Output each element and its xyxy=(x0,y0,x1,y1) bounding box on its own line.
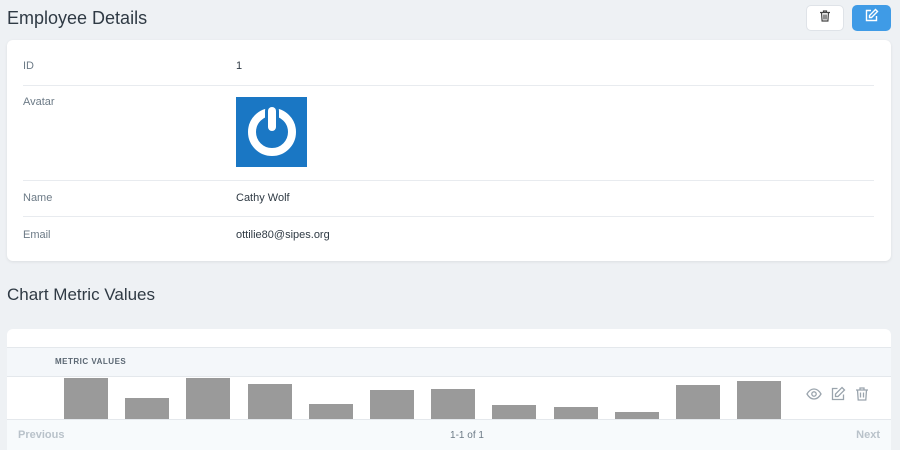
chart-bar xyxy=(431,389,475,419)
table-header: METRIC VALUES xyxy=(7,347,891,377)
column-header-metric-values[interactable]: METRIC VALUES xyxy=(55,357,126,366)
chart-bar xyxy=(248,384,292,419)
detail-row-email: Email ottilie80@sipes.org xyxy=(23,216,874,253)
avatar-label: Avatar xyxy=(23,96,55,108)
name-value: Cathy Wolf xyxy=(236,192,290,204)
id-value: 1 xyxy=(236,60,243,72)
email-label: Email xyxy=(23,229,51,241)
avatar xyxy=(236,97,307,167)
pagination-info: 1-1 of 1 xyxy=(450,430,484,441)
edit-icon xyxy=(864,8,879,28)
chart-bar xyxy=(370,390,414,419)
metrics-section-title: Chart Metric Values xyxy=(7,285,156,304)
trash-icon xyxy=(818,9,832,28)
chart-bar xyxy=(615,412,659,419)
page-title: Employee Details xyxy=(7,8,148,28)
email-value: ottilie80@sipes.org xyxy=(236,229,330,241)
id-label: ID xyxy=(23,60,34,72)
trash-icon[interactable] xyxy=(854,386,870,402)
edit-button[interactable] xyxy=(852,5,891,31)
employee-details-card: ID 1 Avatar Name Cathy Wolf Email ottili… xyxy=(7,40,891,261)
name-label: Name xyxy=(23,192,53,204)
chart-bar xyxy=(64,378,108,419)
chart-bar xyxy=(737,381,781,419)
delete-button[interactable] xyxy=(806,5,844,31)
row-actions xyxy=(806,386,870,402)
detail-row-avatar: Avatar xyxy=(23,85,874,181)
metric-values-chart xyxy=(64,378,781,419)
chart-bar xyxy=(492,405,536,419)
next-button[interactable]: Next xyxy=(856,429,880,441)
detail-row-id: ID 1 xyxy=(23,40,874,86)
chart-bar xyxy=(186,378,230,419)
chart-bar xyxy=(125,398,169,419)
chart-bar xyxy=(309,404,353,419)
chart-bar xyxy=(554,407,598,419)
eye-icon[interactable] xyxy=(806,386,822,402)
metrics-table-card: METRIC VALUES Previous 1-1 of 1 Next xyxy=(7,329,891,450)
edit-icon[interactable] xyxy=(830,386,846,402)
power-logo-icon xyxy=(244,102,300,163)
detail-row-name: Name Cathy Wolf xyxy=(23,180,874,217)
chart-bar xyxy=(676,385,720,419)
pagination: Previous 1-1 of 1 Next xyxy=(7,419,891,450)
